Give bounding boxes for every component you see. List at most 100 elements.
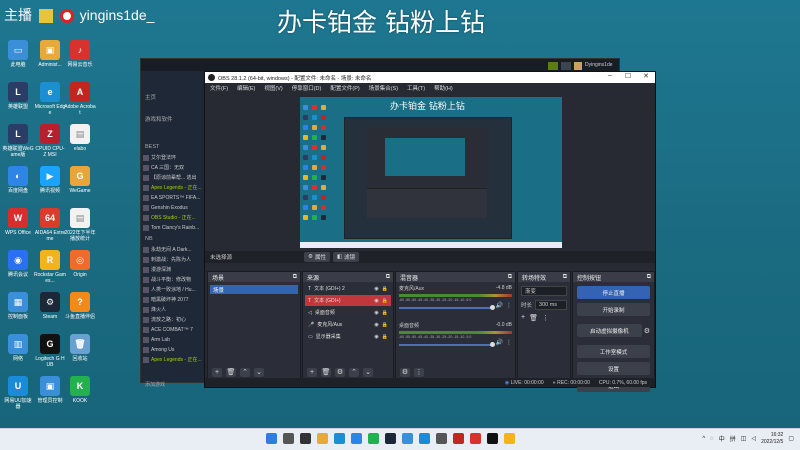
ime-status[interactable]: 拼: [730, 434, 736, 443]
gear-icon[interactable]: ⚙: [644, 327, 650, 335]
more-icon[interactable]: ⋮: [542, 314, 549, 322]
taskbar-app-icon[interactable]: [283, 433, 294, 444]
transition-select[interactable]: 渐变: [521, 286, 567, 296]
dock-float-icon[interactable]: ⧉: [508, 274, 512, 281]
taskbar-app-icon[interactable]: [504, 433, 515, 444]
more-icon[interactable]: ⋮: [506, 339, 512, 346]
desktop-icon[interactable]: ▤ elabo: [64, 124, 96, 152]
chevron-up-icon[interactable]: ⌃: [240, 367, 250, 377]
scene-item[interactable]: 场景: [210, 285, 298, 294]
duration-input[interactable]: 300 ms: [535, 300, 567, 310]
eye-icon[interactable]: ◉: [374, 286, 378, 292]
trash-icon[interactable]: 🗑: [529, 314, 538, 322]
taskbar-app-icon[interactable]: [266, 433, 277, 444]
steam-game-item[interactable]: Among Us: [143, 345, 211, 354]
steam-game-item[interactable]: CA 三国：无双: [143, 163, 211, 172]
desktop-icon[interactable]: L 英雄联盟WeGame版: [2, 124, 34, 158]
gear-icon[interactable]: ⚙: [400, 367, 410, 377]
desktop-icon[interactable]: ▶ 腾讯视频: [34, 166, 66, 194]
menu-item[interactable]: 视图(V): [264, 84, 282, 92]
steam-game-item[interactable]: Apex Legends - 正在...: [143, 355, 211, 364]
clock[interactable]: 16:32 2022/12/5: [761, 432, 783, 445]
filters-button[interactable]: ◧ 滤镜: [332, 252, 360, 262]
steam-game-item[interactable]: 人类一败涂地 / Hu...: [143, 285, 211, 294]
steam-add-game[interactable]: 添加游戏: [145, 381, 165, 388]
steam-games-label[interactable]: 游戏和软件: [145, 115, 173, 123]
desktop-icon[interactable]: K KOOK: [64, 376, 96, 404]
eye-icon[interactable]: ◉: [374, 322, 378, 328]
steam-game-item[interactable]: 【原谅前辈帮... 逃出: [143, 173, 211, 182]
minimize-icon[interactable]: –: [601, 72, 619, 80]
lock-icon[interactable]: 🔒: [382, 310, 388, 316]
desktop-icon[interactable]: 64 AIDA64 Extreme: [34, 208, 66, 242]
chevron-up-icon[interactable]: ^: [702, 436, 705, 442]
chevron-down-icon[interactable]: ⌄: [254, 367, 264, 377]
source-item[interactable]: ▭ 显示器采集 ◉ 🔒: [305, 331, 391, 342]
properties-button[interactable]: ⚙ 属性: [304, 252, 330, 262]
desktop-icon[interactable]: U 网易UU加速器: [2, 376, 34, 410]
source-item[interactable]: T 文本 (GDI+) 2 ◉ 🔒: [305, 283, 391, 294]
taskbar-app-icon[interactable]: [300, 433, 311, 444]
steam-game-item[interactable]: Arm Lab: [143, 335, 211, 344]
source-item[interactable]: T 文本 (GDI+) ◉ 🔒: [305, 295, 391, 306]
close-icon[interactable]: ✕: [637, 72, 655, 80]
trash-icon[interactable]: 🗑: [321, 367, 331, 377]
virtual-camera-button[interactable]: 启动虚拟摄像机: [577, 324, 642, 337]
desktop-icon[interactable]: ▣ Administ...: [34, 40, 66, 68]
stop-streaming-button[interactable]: 停止直播: [577, 286, 650, 299]
desktop-icon[interactable]: ▦ 控制面板: [2, 292, 34, 320]
more-icon[interactable]: ⋮: [414, 367, 424, 377]
taskbar-app-icon[interactable]: [334, 433, 345, 444]
obs-window[interactable]: OBS 28.1.2 (64-bit, windows) - 配置文件: 未命名…: [204, 71, 656, 392]
desktop-icon[interactable]: ▭ 此电脑: [2, 40, 34, 68]
chevron-up-icon[interactable]: ⌃: [349, 367, 359, 377]
steam-mail-icon[interactable]: [561, 62, 571, 70]
eye-icon[interactable]: ◉: [374, 310, 378, 316]
source-item[interactable]: ◁ 桌面音频 ◉ 🔒: [305, 307, 391, 318]
input-language[interactable]: 中: [719, 434, 725, 443]
dock-float-icon[interactable]: ⧉: [647, 274, 651, 281]
steam-account-name[interactable]: Dyingins1de: [585, 62, 615, 70]
eye-icon[interactable]: ◉: [374, 334, 378, 340]
steam-game-item[interactable]: 刺激战：先陈为人: [143, 255, 211, 264]
desktop-icon[interactable]: e Microsoft Edge: [34, 82, 66, 116]
menu-item[interactable]: 编辑(E): [237, 84, 255, 92]
steam-game-item[interactable]: 暗黑破坏神 2077: [143, 295, 211, 304]
steam-notify-icon[interactable]: [548, 62, 558, 70]
steam-game-item[interactable]: 艾尔登法环: [143, 153, 211, 162]
studio-mode-button[interactable]: 工作室模式: [577, 345, 650, 358]
steam-game-item[interactable]: 流放之路：初心: [143, 315, 211, 324]
taskbar-app-icon[interactable]: [385, 433, 396, 444]
dock-float-icon[interactable]: ⧉: [386, 274, 390, 281]
steam-game-item[interactable]: Tom Clancy's Rainb...: [143, 223, 211, 232]
desktop-icon[interactable]: 🗑 回收站: [64, 334, 96, 362]
taskbar-app-icon[interactable]: [487, 433, 498, 444]
volume-slider[interactable]: [399, 304, 495, 310]
more-icon[interactable]: ⋮: [506, 302, 512, 309]
desktop-icon[interactable]: G WeGame: [64, 166, 96, 194]
speaker-icon[interactable]: 🔊: [496, 339, 503, 346]
desktop-icon[interactable]: ▤ 2022年下半年播放统计: [64, 208, 96, 242]
start-recording-button[interactable]: 开始录制: [577, 303, 650, 316]
steam-game-item[interactable]: OBS Studio - 正在...: [143, 213, 211, 222]
source-item[interactable]: 🎤 麦克风/Aux ◉ 🔒: [305, 319, 391, 330]
tray-app-icon[interactable]: ◌: [710, 436, 714, 442]
taskbar-app-icon[interactable]: [368, 433, 379, 444]
menu-item[interactable]: 停靠窗口(D): [292, 84, 322, 92]
maximize-icon[interactable]: ☐: [619, 72, 637, 80]
menu-item[interactable]: 帮助(H): [434, 84, 453, 92]
taskbar-app-icon[interactable]: [453, 433, 464, 444]
add-icon[interactable]: +: [212, 367, 222, 377]
steam-game-item[interactable]: Genshin Exodus: [143, 203, 211, 212]
menu-item[interactable]: 工具(T): [407, 84, 425, 92]
volume-slider[interactable]: [399, 341, 495, 347]
desktop-icon[interactable]: ♪ 网易云音乐: [64, 40, 96, 68]
add-icon[interactable]: +: [521, 314, 525, 322]
desktop-icon[interactable]: ▣ 管理员控制: [34, 376, 66, 404]
desktop-icon[interactable]: W WPS Office: [2, 208, 34, 236]
trash-icon[interactable]: 🗑: [226, 367, 236, 377]
taskbar-app-icon[interactable]: [317, 433, 328, 444]
steam-game-item[interactable]: 烽火人: [143, 305, 211, 314]
dock-float-icon[interactable]: ⧉: [293, 274, 297, 281]
desktop-icon[interactable]: ⚙ Steam: [34, 292, 66, 320]
